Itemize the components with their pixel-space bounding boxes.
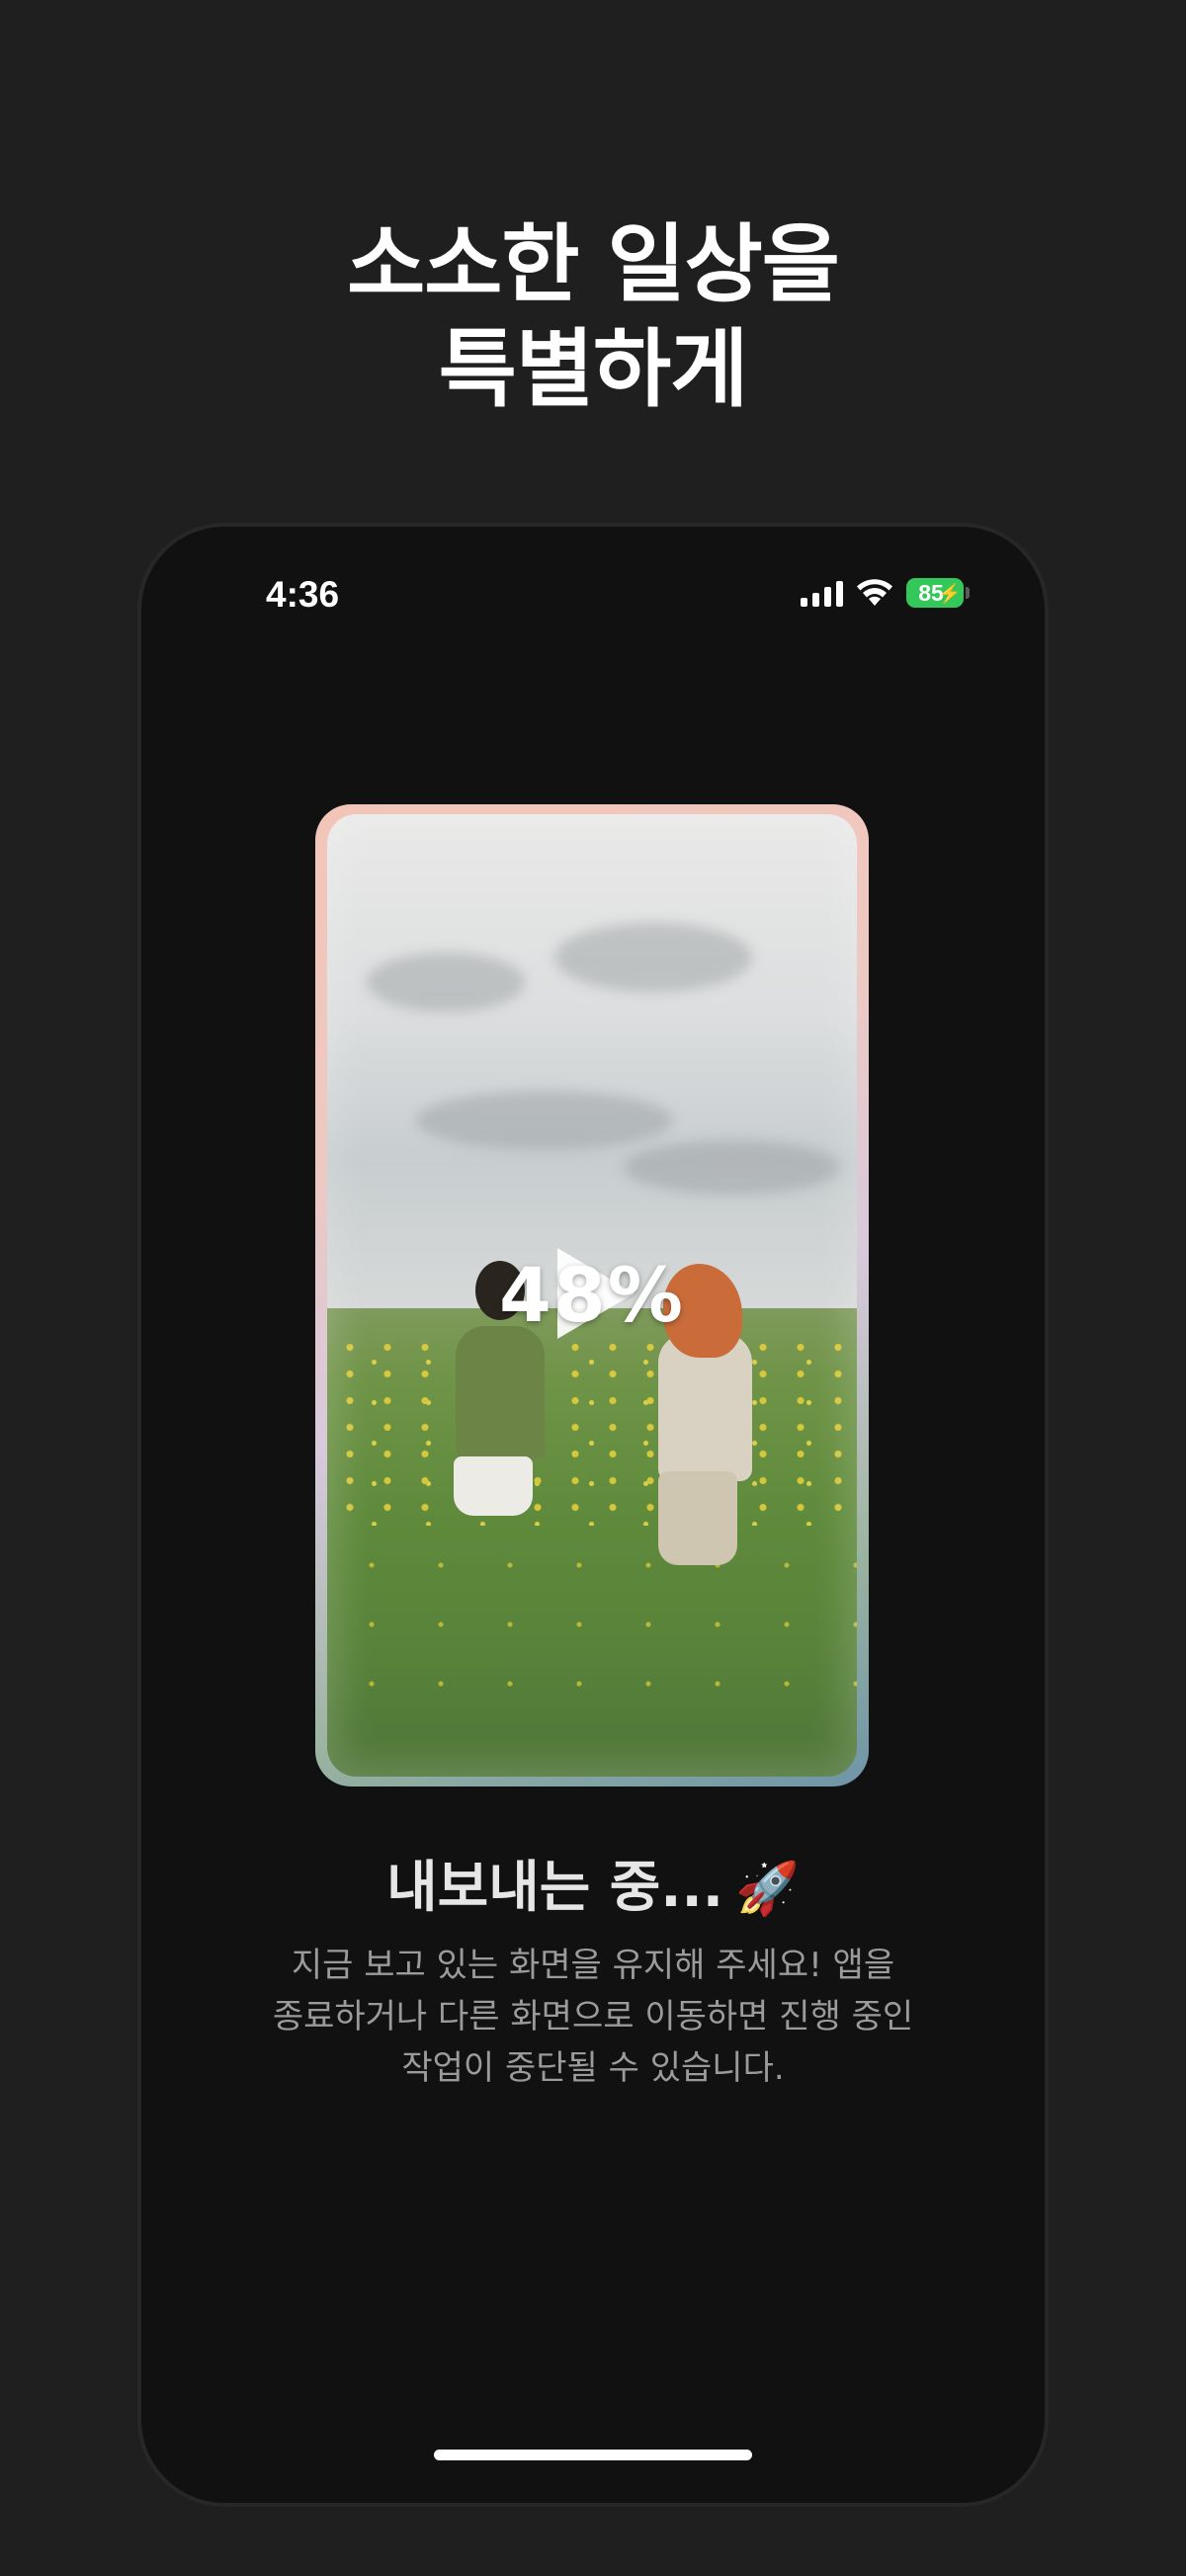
export-warning-text: 지금 보고 있는 화면을 유지해 주세요! 앱을 종료하거나 다른 화면으로 이…: [220, 1940, 966, 2094]
status-bar: 4:36 85 ⚡: [141, 527, 1045, 665]
export-progress-overlay: 48%: [315, 1240, 869, 1349]
status-icons: 85 ⚡: [801, 578, 970, 608]
promo-screen: 소소한 일상을 특별하게 4:36 85 ⚡ 48% 내보내는 중... 🚀 지…: [0, 0, 1186, 2576]
promo-headline: 소소한 일상을 특별하게: [0, 212, 1186, 422]
charging-bolt-icon: ⚡: [938, 584, 962, 605]
headline-line-2: 특별하게: [438, 320, 748, 419]
video-preview: 48%: [315, 804, 869, 1787]
signal-icon: [801, 580, 843, 607]
export-desc-line-1: 지금 보고 있는 화면을 유지해 주세요! 앱을: [291, 1946, 895, 1985]
battery-icon: 85 ⚡: [906, 578, 964, 608]
battery-cap: [966, 587, 970, 599]
export-desc-line-2: 종료하거나 다른 화면으로 이동하면 진행 중인: [272, 1997, 914, 2036]
export-progress-percent: 48%: [499, 1250, 685, 1339]
export-title-text: 내보내는 중...: [386, 1856, 724, 1920]
export-status-title: 내보내는 중... 🚀: [141, 1843, 1045, 1923]
phone-frame: 4:36 85 ⚡ 48% 내보내는 중... 🚀 지금 보고 있는 화면을 유…: [141, 527, 1045, 2503]
export-desc-line-3: 작업이 중단될 수 있습니다.: [401, 2048, 785, 2088]
home-indicator[interactable]: [434, 2450, 752, 2460]
headline-line-1: 소소한 일상을: [347, 215, 840, 314]
wifi-icon: [857, 579, 892, 606]
rocket-icon: 🚀: [735, 1860, 800, 1919]
status-time: 4:36: [266, 574, 340, 615]
